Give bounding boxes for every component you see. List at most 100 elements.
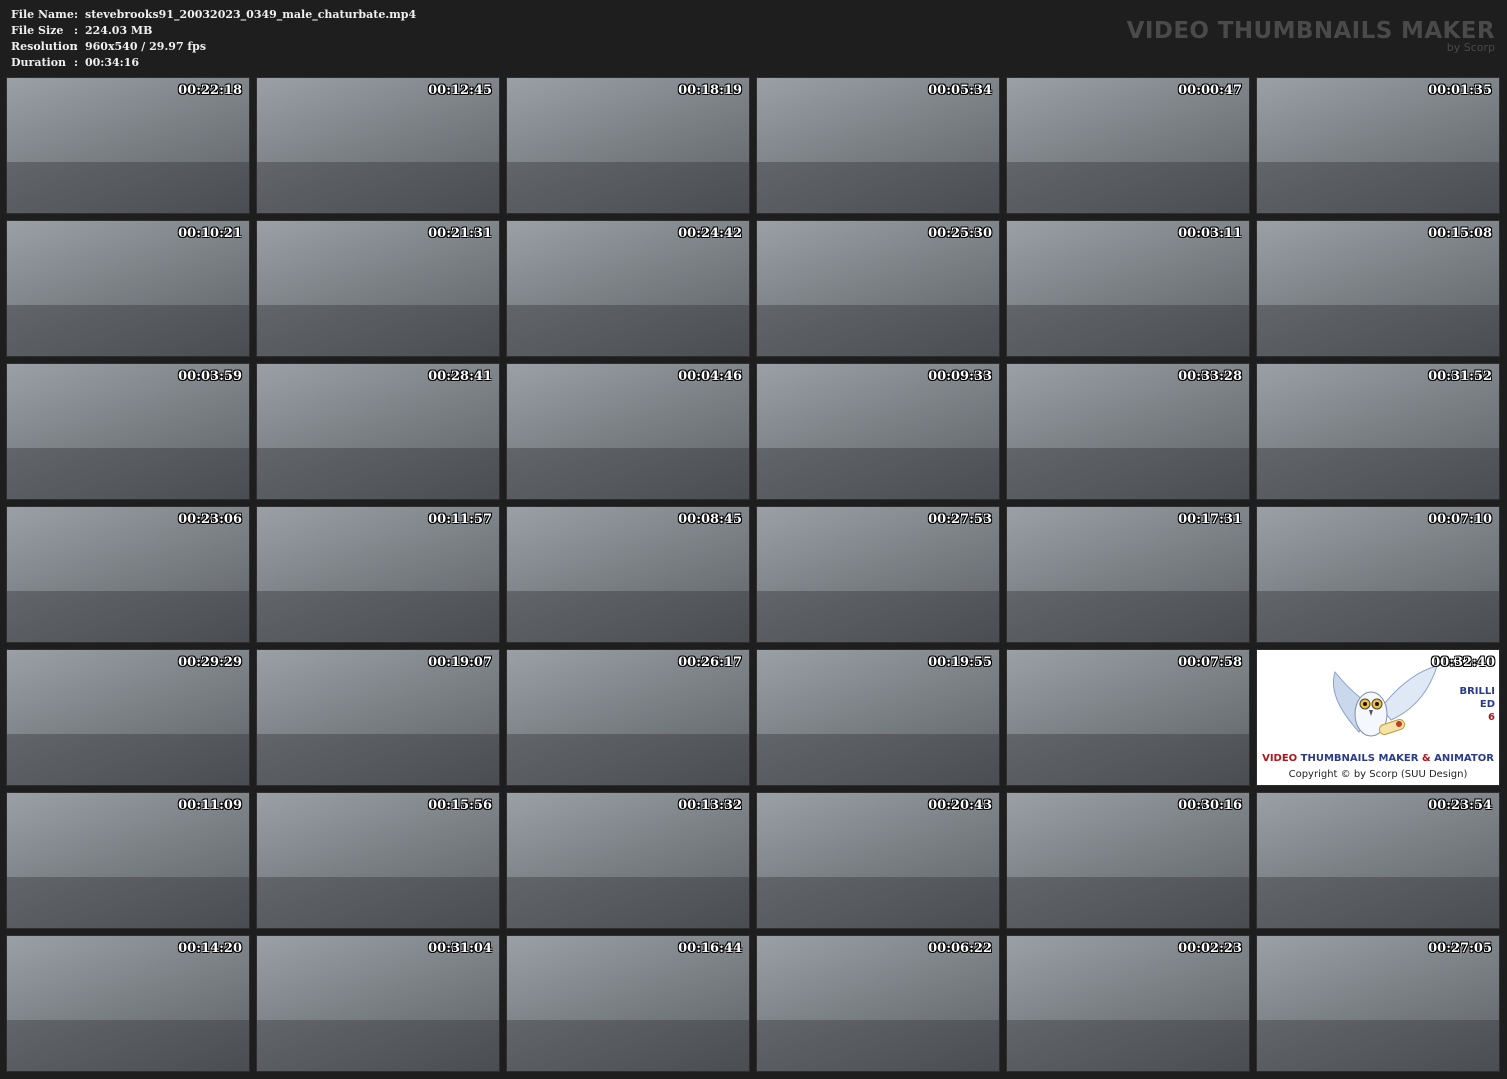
thumbnail-frame: 00:12:45 — [256, 77, 500, 214]
thumbnail-frame: 00:27:05 — [1256, 935, 1500, 1072]
timestamp-label: 00:21:31 — [428, 226, 492, 241]
timestamp-label: 00:13:32 — [678, 798, 742, 813]
file-info-key: Resolution — [11, 40, 78, 53]
thumbnail-frame: 00:01:35 — [1256, 77, 1500, 214]
promo-line-3: 6 — [1488, 712, 1495, 723]
file-info-key: File Name — [11, 8, 74, 21]
file-info: File Name: stevebrooks91_20032023_0349_ma… — [11, 7, 416, 71]
timestamp-label: 00:14:20 — [178, 941, 242, 956]
timestamp-label: 00:00:47 — [1178, 83, 1242, 98]
file-info-value: 00:34:16 — [85, 56, 140, 69]
file-info-key: Duration — [11, 56, 67, 69]
timestamp-label: 00:27:05 — [1428, 941, 1492, 956]
file-info-row: Duration:00:34:16 — [11, 55, 416, 71]
thumbnail-frame: 00:00:47 — [1006, 77, 1250, 214]
promo-title-c: & — [1421, 753, 1431, 764]
timestamp-label: 00:15:56 — [428, 798, 492, 813]
file-info-row: Resolution:960x540 / 29.97 fps — [11, 39, 416, 55]
timestamp-label: 00:12:45 — [428, 83, 492, 98]
thumbnail-frame: 00:30:16 — [1006, 792, 1250, 929]
timestamp-label: 00:26:17 — [678, 655, 742, 670]
timestamp-label: 00:17:31 — [1178, 512, 1242, 527]
thumbnail-frame: 00:29:29 — [6, 649, 250, 786]
file-info-separator: : — [74, 40, 79, 53]
thumbnail-frame: 00:11:57 — [256, 506, 500, 643]
thumbnail-frame: 00:05:34 — [756, 77, 1000, 214]
thumbnail-frame: 00:07:58 — [1006, 649, 1250, 786]
thumbnail-frame: 00:15:56 — [256, 792, 500, 929]
promo-title-a: VIDEO — [1262, 753, 1298, 764]
timestamp-label: 00:10:21 — [178, 226, 242, 241]
timestamp-label: 00:25:30 — [928, 226, 992, 241]
thumbnail-frame: 00:03:59 — [6, 363, 250, 500]
timestamp-label: 00:23:06 — [178, 512, 242, 527]
timestamp-label: 00:20:43 — [928, 798, 992, 813]
brand-watermark: VIDEO THUMBNAILS MAKER by Scorp — [1127, 18, 1495, 54]
timestamp-label: 00:32:40 — [1431, 655, 1495, 670]
timestamp-label: 00:18:19 — [678, 83, 742, 98]
thumbnail-frame: 00:13:32 — [506, 792, 750, 929]
promo-title-d: ANIMATOR — [1434, 753, 1494, 764]
thumbnail-frame: 00:11:09 — [6, 792, 250, 929]
timestamp-label: 00:22:18 — [178, 83, 242, 98]
thumbnail-frame: 00:25:30 — [756, 220, 1000, 357]
timestamp-label: 00:04:46 — [678, 369, 742, 384]
timestamp-label: 00:02:23 — [1178, 941, 1242, 956]
thumbnail-frame: 00:17:31 — [1006, 506, 1250, 643]
timestamp-label: 00:09:33 — [928, 369, 992, 384]
sheet-header: File Name: stevebrooks91_20032023_0349_ma… — [0, 0, 1507, 75]
promo-title-b: THUMBNAILS MAKER — [1300, 753, 1419, 764]
timestamp-label: 00:24:42 — [678, 226, 742, 241]
file-info-separator: : — [74, 24, 79, 37]
thumbnail-frame: 00:19:07 — [256, 649, 500, 786]
thumbnail-frame: 00:04:46 — [506, 363, 750, 500]
thumbnail-frame: 00:08:45 — [506, 506, 750, 643]
timestamp-label: 00:19:55 — [928, 655, 992, 670]
timestamp-label: 00:08:45 — [678, 512, 742, 527]
thumbnail-frame: 00:09:33 — [756, 363, 1000, 500]
timestamp-label: 00:16:44 — [678, 941, 742, 956]
timestamp-label: 00:03:59 — [178, 369, 242, 384]
timestamp-label: 00:30:16 — [1178, 798, 1242, 813]
timestamp-label: 00:19:07 — [428, 655, 492, 670]
thumbnail-frame: 00:27:53 — [756, 506, 1000, 643]
thumbnail-frame: 00:06:22 — [756, 935, 1000, 1072]
promo-frame: BRILLI ED 6 VIDEO THUMBNAILS MAKER & ANIMAT… — [1256, 649, 1500, 786]
thumbnail-frame: 00:31:04 — [256, 935, 500, 1072]
thumbnail-frame: 00:31:52 — [1256, 363, 1500, 500]
timestamp-label: 00:31:04 — [428, 941, 492, 956]
file-info-separator: : — [74, 8, 79, 21]
promo-line-2: ED — [1479, 699, 1495, 710]
thumbnail-frame: 00:23:06 — [6, 506, 250, 643]
timestamp-label: 00:28:41 — [428, 369, 492, 384]
timestamp-label: 00:23:54 — [1428, 798, 1492, 813]
thumbnail-frame: 00:16:44 — [506, 935, 750, 1072]
timestamp-label: 00:33:28 — [1178, 369, 1242, 384]
promo-edition-text: BRILLI ED 6 — [1459, 672, 1495, 724]
thumbnail-frame: 00:03:11 — [1006, 220, 1250, 357]
thumbnail-grid: 00:22:18 00:12:45 00:18:19 00:05:34 00:00:47… — [6, 77, 1500, 1072]
file-info-row: File Size:224.03 MB — [11, 23, 416, 39]
file-info-value: stevebrooks91_20032023_0349_male_chaturb… — [85, 8, 417, 21]
thumbnail-frame: 00:10:21 — [6, 220, 250, 357]
timestamp-label: 00:05:34 — [928, 83, 992, 98]
timestamp-label: 00:07:58 — [1178, 655, 1242, 670]
thumbnail-frame: 00:19:55 — [756, 649, 1000, 786]
thumbnail-frame: 00:15:08 — [1256, 220, 1500, 357]
timestamp-label: 00:29:29 — [178, 655, 242, 670]
file-info-row: File Name: stevebrooks91_20032023_0349_ma… — [11, 7, 416, 23]
thumbnail-frame: 00:26:17 — [506, 649, 750, 786]
promo-line-1: BRILLI — [1459, 686, 1495, 697]
timestamp-label: 00:11:57 — [428, 512, 492, 527]
timestamp-label: 00:15:08 — [1428, 226, 1492, 241]
promo-copyright: Copyright © by Scorp (SUU Design) — [1288, 769, 1468, 780]
brand-title: VIDEO THUMBNAILS MAKER — [1126, 18, 1495, 44]
thumbnail-frame: 00:23:54 — [1256, 792, 1500, 929]
timestamp-label: 00:03:11 — [1178, 226, 1242, 241]
thumbnail-frame: 00:21:31 — [256, 220, 500, 357]
owl-logo-icon — [1333, 665, 1438, 737]
timestamp-label: 00:01:35 — [1428, 83, 1492, 98]
timestamp-label: 00:31:52 — [1428, 369, 1492, 384]
file-info-key: File Size — [11, 24, 64, 37]
thumbnail-frame: 00:20:43 — [756, 792, 1000, 929]
